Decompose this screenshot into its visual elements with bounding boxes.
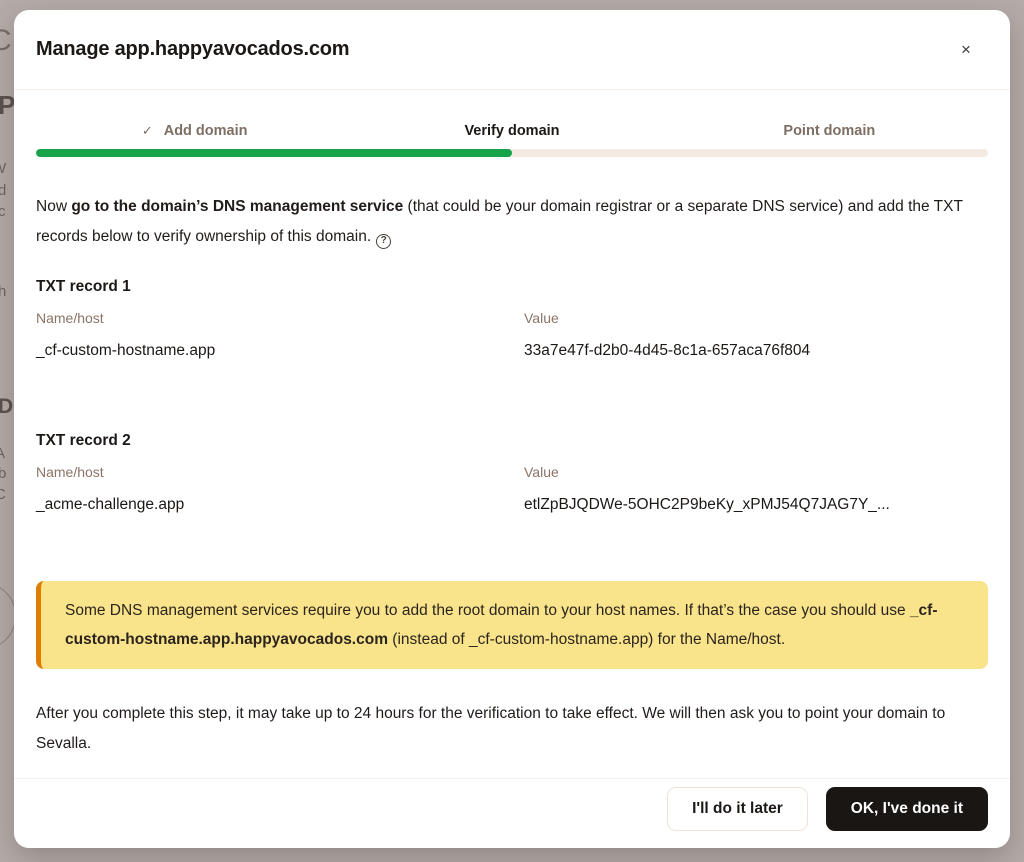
- instructions-bold-text: go to the domain’s DNS management servic…: [71, 198, 403, 215]
- value-label: Value: [524, 310, 988, 326]
- value-label: Value: [524, 464, 988, 480]
- bg-letter-fragment: A: [0, 446, 5, 461]
- bg-letter-fragment: D: [0, 396, 13, 417]
- step-verify-domain: Verify domain: [353, 122, 670, 140]
- dialog-footer: I'll do it later OK, I've done it: [14, 778, 1010, 848]
- record-value: 33a7e47f-d2b0-4d45-8c1a-657aca76f804: [524, 342, 988, 360]
- step-add-domain: ✓ Add domain: [36, 122, 353, 140]
- bg-letter-fragment: h: [0, 284, 6, 299]
- verification-time-note: After you complete this step, it may tak…: [36, 699, 988, 759]
- record-value: etlZpBJQDWe-5OHC2P9beKy_xPMJ54Q7JAG7Y_..…: [524, 496, 988, 514]
- callout-text: (instead of _cf-custom-hostname.app) for…: [388, 631, 785, 648]
- bg-letter-fragment: b: [0, 466, 6, 481]
- record-name-host: _cf-custom-hostname.app: [36, 342, 524, 360]
- bg-letter-fragment: C: [0, 487, 6, 502]
- dialog-title: Manage app.happyavocados.com: [36, 38, 349, 61]
- bg-letter-fragment: W: [0, 161, 6, 176]
- domain-setup-stepper: ✓ Add domain Verify domain Point domain: [36, 122, 988, 140]
- instructions-text: Now: [36, 198, 71, 215]
- stepper-progress-track: [36, 149, 988, 157]
- stepper-progress-fill: [36, 149, 512, 157]
- dialog-body: ✓ Add domain Verify domain Point domain …: [14, 122, 1010, 759]
- name-host-label: Name/host: [36, 310, 524, 326]
- bg-letter-fragment: C: [0, 26, 12, 56]
- dialog-header: Manage app.happyavocados.com ×: [14, 10, 1010, 90]
- bg-letter-fragment: c: [0, 204, 6, 219]
- txt-record-1: TXT record 1 Name/host Value _cf-custom-…: [36, 278, 988, 360]
- step-label: Point domain: [783, 123, 875, 139]
- dns-root-domain-callout: Some DNS management services require you…: [36, 581, 988, 669]
- name-host-label: Name/host: [36, 464, 524, 480]
- bg-letter-fragment: d: [0, 183, 6, 198]
- manage-domain-dialog: Manage app.happyavocados.com × ✓ Add dom…: [14, 10, 1010, 848]
- step-label: Verify domain: [464, 123, 559, 139]
- txt-record-2: TXT record 2 Name/host Value _acme-chall…: [36, 432, 988, 514]
- help-icon[interactable]: ?: [376, 234, 391, 249]
- close-icon[interactable]: ×: [952, 36, 980, 64]
- step-label: Add domain: [164, 123, 248, 139]
- record-title: TXT record 1: [36, 278, 988, 296]
- step-point-domain: Point domain: [671, 122, 988, 140]
- ok-done-button[interactable]: OK, I've done it: [826, 787, 988, 831]
- verify-instructions: Now go to the domain’s DNS management se…: [36, 192, 988, 252]
- record-name-host: _acme-challenge.app: [36, 496, 524, 514]
- do-it-later-button[interactable]: I'll do it later: [667, 787, 808, 831]
- check-icon: ✓: [142, 123, 153, 139]
- record-title: TXT record 2: [36, 432, 988, 450]
- callout-text: Some DNS management services require you…: [65, 602, 910, 619]
